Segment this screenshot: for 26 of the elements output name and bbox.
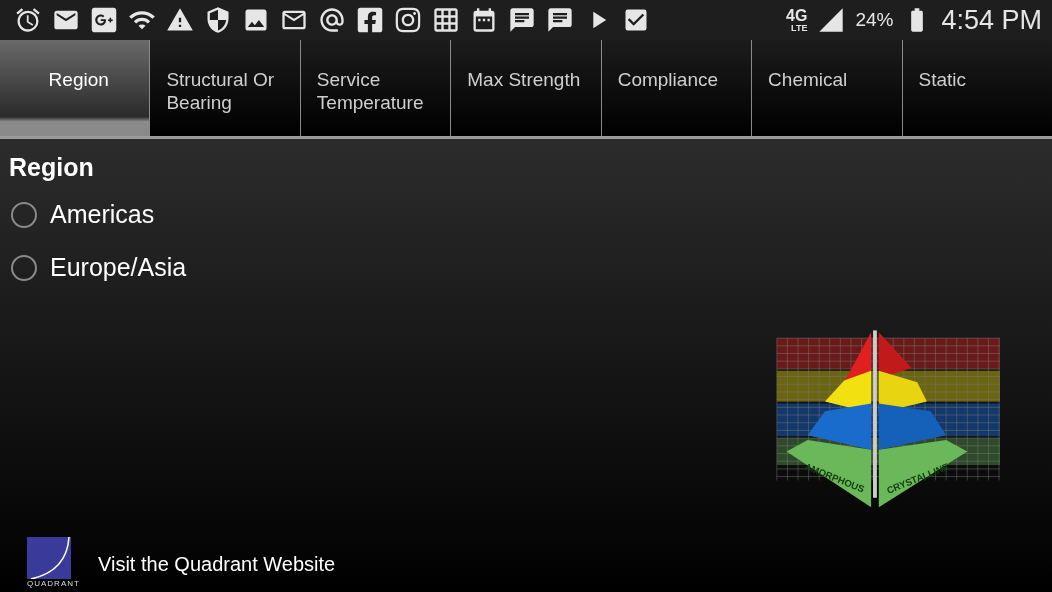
tab[interactable]: Service Temperature: [300, 40, 452, 136]
warning-icon: [166, 6, 194, 34]
signal-icon: [817, 6, 846, 34]
instagram-icon: [394, 6, 422, 34]
battery-percent: 24%: [855, 9, 894, 31]
tab[interactable]: Region: [0, 40, 151, 136]
website-link[interactable]: Visit the Quadrant Website: [98, 552, 336, 576]
alarm-icon: [14, 6, 42, 34]
google-plus-icon: [90, 6, 118, 34]
chat-icon: [546, 6, 574, 34]
radio-button[interactable]: [11, 201, 37, 228]
grid-icon: [432, 6, 460, 34]
radio-button[interactable]: [11, 254, 37, 281]
section-title: Region: [9, 153, 95, 182]
tab[interactable]: Static: [902, 40, 1052, 136]
facebook-icon: [356, 6, 384, 34]
at-sign-icon: [318, 6, 346, 34]
chat-icon: [508, 6, 536, 34]
tab[interactable]: Max Strength: [451, 40, 602, 136]
radio-option[interactable]: Europe/Asia: [9, 241, 187, 294]
tab[interactable]: Compliance: [601, 40, 753, 136]
clock: 4:54 PM: [941, 4, 1042, 36]
tab[interactable]: Structural Or Bearing: [150, 40, 301, 136]
network-type: 4G LTE: [786, 7, 808, 33]
tab[interactable]: Chemical: [752, 40, 903, 136]
radio-option[interactable]: Americas: [9, 188, 155, 241]
